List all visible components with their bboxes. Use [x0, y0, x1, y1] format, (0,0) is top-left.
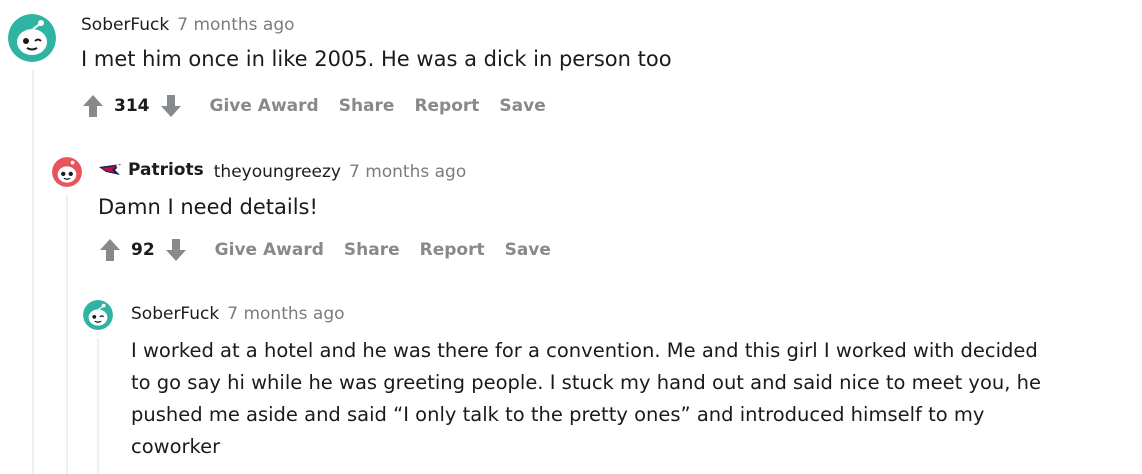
give-award-button[interactable]: Give Award	[210, 96, 319, 116]
comment-body-line: coworker	[131, 435, 221, 458]
comment-meta: Patriots theyoungreezy 7 months ago	[98, 160, 466, 182]
comment-body-line: pushed me aside and said “I only talk to…	[131, 403, 985, 426]
comment-actions: 92 Give Award Share Report Save	[99, 238, 551, 262]
upvote-arrow-icon	[83, 95, 103, 117]
upvote-arrow-icon	[100, 239, 120, 261]
timestamp[interactable]: 7 months ago	[227, 304, 344, 324]
user-flair: Patriots	[98, 160, 204, 180]
snoo-avatar-icon	[83, 300, 113, 330]
username[interactable]: SoberFuck	[131, 304, 219, 324]
thread-line-level-1[interactable]	[32, 70, 34, 474]
comment-actions: 314 Give Award Share Report Save	[82, 94, 546, 118]
downvote-arrow-icon	[165, 239, 186, 261]
downvote-button[interactable]	[160, 94, 182, 118]
comment-body: I worked at a hotel and he was there for…	[131, 335, 1131, 463]
report-button[interactable]: Report	[414, 96, 479, 116]
avatar[interactable]	[83, 300, 113, 330]
report-button[interactable]: Report	[420, 240, 485, 260]
comment-body: I met him once in like 2005. He was a di…	[81, 47, 672, 71]
username[interactable]: SoberFuck	[81, 15, 169, 35]
patriots-flair-icon	[99, 164, 121, 175]
share-button[interactable]: Share	[339, 96, 395, 116]
avatar[interactable]	[8, 14, 56, 62]
comment-body-line: I worked at a hotel and he was there for…	[131, 339, 1038, 362]
timestamp[interactable]: 7 months ago	[177, 15, 294, 35]
snoo-avatar-icon	[52, 157, 82, 187]
downvote-arrow-icon	[160, 95, 181, 117]
downvote-button[interactable]	[165, 238, 187, 262]
vote-score: 92	[131, 240, 155, 260]
give-award-button[interactable]: Give Award	[215, 240, 324, 260]
comment-meta: SoberFuck 7 months ago	[81, 15, 295, 35]
comment-meta: SoberFuck 7 months ago	[131, 304, 345, 324]
thread-line-level-2[interactable]	[66, 195, 68, 474]
upvote-button[interactable]	[99, 238, 121, 262]
share-button[interactable]: Share	[344, 240, 400, 260]
avatar[interactable]	[52, 157, 82, 187]
username[interactable]: theyoungreezy	[214, 162, 341, 182]
save-button[interactable]: Save	[499, 96, 545, 116]
timestamp[interactable]: 7 months ago	[349, 162, 466, 182]
flair-label: Patriots	[128, 160, 204, 180]
comment-body: Damn I need details!	[98, 195, 318, 219]
upvote-button[interactable]	[82, 94, 104, 118]
snoo-avatar-icon	[8, 14, 56, 62]
vote-score: 314	[114, 96, 150, 116]
comment-body-line: to go say hi while he was greeting peopl…	[131, 371, 1042, 394]
save-button[interactable]: Save	[505, 240, 551, 260]
thread-line-level-3[interactable]	[97, 338, 99, 474]
